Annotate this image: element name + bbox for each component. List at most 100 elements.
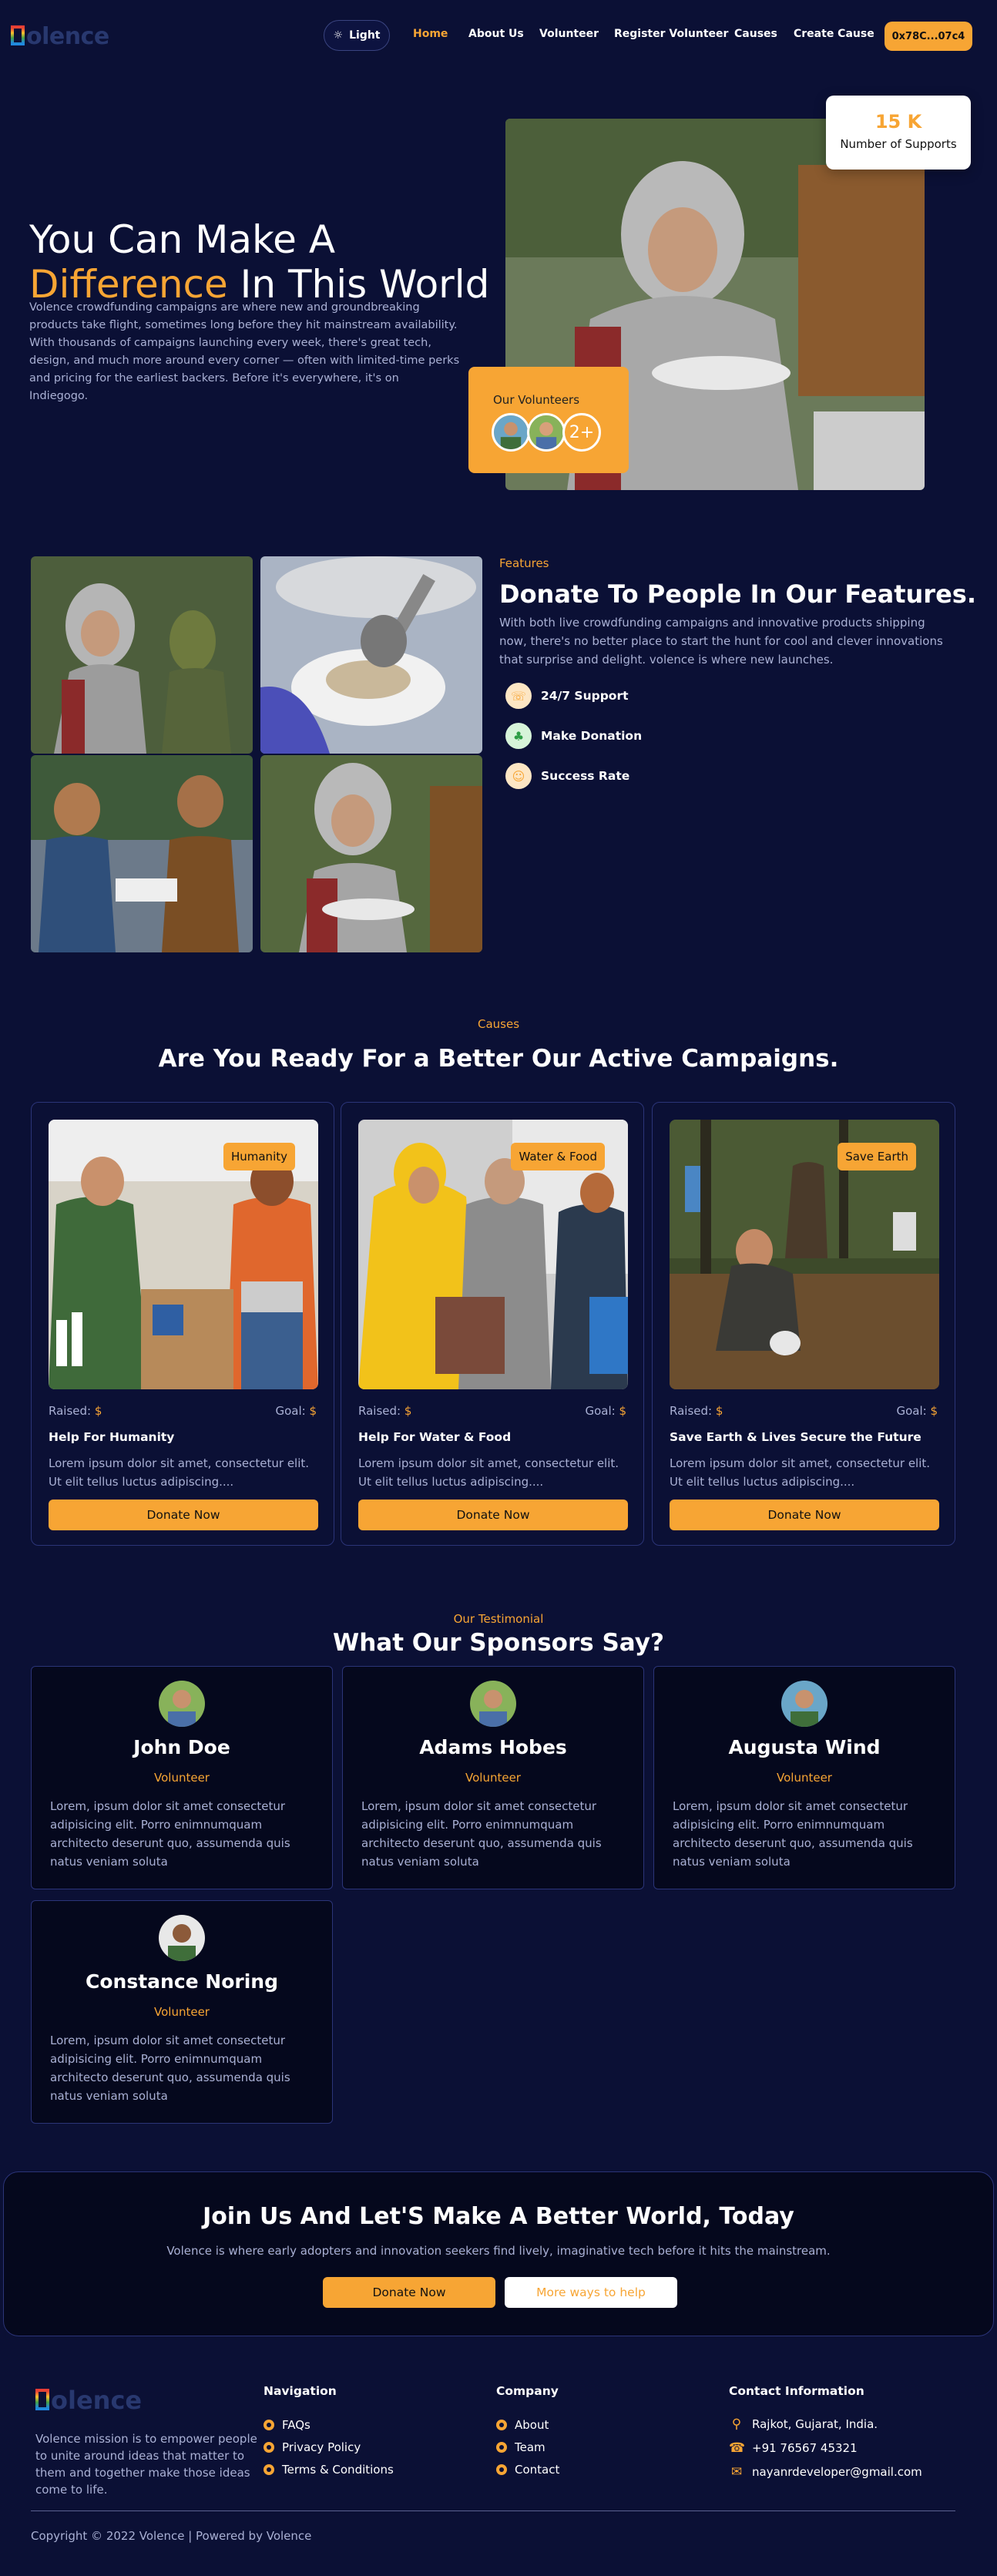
nav-home[interactable]: Home: [413, 28, 448, 40]
nav-about[interactable]: About Us: [468, 28, 524, 40]
donate-now-button[interactable]: Donate Now: [670, 1500, 939, 1530]
footer-company-title: Company: [496, 2384, 559, 2398]
testimonials-tag: Our Testimonial: [453, 1612, 544, 1626]
wallet-button[interactable]: 0x78C...07c4: [885, 22, 972, 51]
testimonial-role: Volunteer: [154, 2005, 210, 2019]
footer-link-about[interactable]: About: [496, 2418, 559, 2432]
feature-image: [31, 556, 253, 754]
theme-toggle-button[interactable]: ☼ Light: [324, 20, 390, 51]
donate-now-button[interactable]: Donate Now: [49, 1500, 318, 1530]
cause-card: Water & Food Raised: $ Goal: $ Help For …: [341, 1102, 644, 1546]
cause-text: Lorem ipsum dolor sit amet, consectetur …: [670, 1456, 931, 1489]
cause-card: Save Earth Raised: $ Goal: $ Save Earth …: [652, 1102, 955, 1546]
footer-logo[interactable]: olence: [35, 2386, 142, 2415]
cause-text: Lorem ipsum dolor sit amet, consectetur …: [49, 1456, 310, 1489]
bullet-icon: [496, 2420, 507, 2430]
cause-card: Humanity Raised: $ Goal: $ Help For Huma…: [31, 1102, 334, 1546]
testimonial-quote: Lorem, ipsum dolor sit amet consectetur …: [673, 1799, 913, 1869]
goal-label: Goal: $: [585, 1404, 626, 1418]
supports-card: 15 K Number of Supports: [826, 96, 971, 170]
volunteers-card: Our Volunteers 2+: [468, 367, 629, 473]
avatar: [470, 1681, 516, 1727]
testimonial-quote: Lorem, ipsum dolor sit amet consectetur …: [50, 2034, 290, 2103]
bullet-icon: [496, 2464, 507, 2475]
footer-company-list: About Team Contact: [496, 2418, 559, 2477]
cta-title: Join Us And Let'S Make A Better World, T…: [203, 2203, 794, 2230]
nav-create-cause[interactable]: Create Cause: [794, 28, 874, 40]
bullet-icon: [264, 2464, 274, 2475]
testimonial-card: Adams Hobes Volunteer Lorem, ipsum dolor…: [342, 1666, 644, 1889]
causes-title: Are You Ready For a Better Our Active Ca…: [158, 1045, 839, 1073]
raised-label: Raised: $: [358, 1404, 412, 1418]
cause-name: Help For Humanity: [49, 1430, 175, 1444]
raised-label: Raised: $: [670, 1404, 723, 1418]
footer-link-team[interactable]: Team: [496, 2440, 559, 2454]
volunteers-more: 2+: [562, 413, 601, 452]
footer-nav-list: FAQs Privacy Policy Terms & Conditions: [264, 2418, 394, 2477]
testimonial-card: John Doe Volunteer Lorem, ipsum dolor si…: [31, 1666, 333, 1889]
testimonial-name: Constance Noring: [86, 1970, 278, 1993]
nav-volunteer[interactable]: Volunteer: [539, 28, 599, 40]
feature-item: ☺ Success Rate: [505, 763, 629, 789]
testimonial-role: Volunteer: [465, 1771, 521, 1785]
testimonial-card: Constance Noring Volunteer Lorem, ipsum …: [31, 1900, 333, 2124]
volunteer-avatar: [527, 413, 566, 452]
nav-register-volunteer[interactable]: Register Volunteer: [614, 28, 728, 40]
contact-phone[interactable]: ☎ +91 76567 45321: [729, 2440, 922, 2456]
feature-item: ☏ 24/7 Support: [505, 683, 629, 709]
bullet-icon: [264, 2442, 274, 2453]
goal-label: Goal: $: [896, 1404, 938, 1418]
footer-nav-title: Navigation: [264, 2384, 337, 2398]
footer-link-faqs[interactable]: FAQs: [264, 2418, 394, 2432]
hero-title: You Can Make A Difference In This World: [29, 217, 490, 307]
contact-email[interactable]: ✉ nayanrdeveloper@gmail.com: [729, 2464, 922, 2480]
cause-badge: Humanity: [223, 1143, 295, 1170]
supports-label: Number of Supports: [840, 137, 957, 151]
cause-text: Lorem ipsum dolor sit amet, consectetur …: [358, 1456, 619, 1489]
feature-item: ♣ Make Donation: [505, 723, 642, 749]
theme-label: Light: [349, 29, 381, 42]
donation-icon: ♣: [505, 723, 532, 749]
feature-image: [31, 755, 253, 952]
avatar: [781, 1681, 827, 1727]
footer-contact-title: Contact Information: [729, 2384, 864, 2398]
footer-about: Volence mission is to empower people to …: [35, 2432, 257, 2497]
cta-banner: Join Us And Let'S Make A Better World, T…: [3, 2171, 994, 2336]
testimonial-quote: Lorem, ipsum dolor sit amet consectetur …: [50, 1799, 290, 1869]
supports-count: 15 K: [874, 111, 922, 133]
avatar: [159, 1681, 205, 1727]
cause-badge: Water & Food: [511, 1143, 605, 1170]
cta-description: Volence is where early adopters and inno…: [166, 2244, 831, 2258]
logo[interactable]: olence: [11, 23, 109, 50]
cause-badge: Save Earth: [838, 1143, 916, 1170]
cause-image: Save Earth: [670, 1120, 939, 1389]
features-tag: Features: [499, 556, 549, 570]
bullet-icon: [264, 2420, 274, 2430]
cause-image: Water & Food: [358, 1120, 628, 1389]
cause-name: Help For Water & Food: [358, 1430, 512, 1444]
avatar: [159, 1915, 205, 1961]
nav-causes[interactable]: Causes: [734, 28, 777, 40]
testimonial-role: Volunteer: [777, 1771, 832, 1785]
mail-icon: ✉: [730, 2464, 743, 2480]
footer-link-terms[interactable]: Terms & Conditions: [264, 2463, 394, 2477]
sun-icon: ☼: [333, 29, 344, 42]
cta-donate-button[interactable]: Donate Now: [323, 2277, 495, 2308]
footer-link-privacy[interactable]: Privacy Policy: [264, 2440, 394, 2454]
volunteer-avatar: [492, 413, 530, 452]
location-pin-icon: ⚲: [731, 2416, 742, 2432]
donate-now-button[interactable]: Donate Now: [358, 1500, 628, 1530]
features-description: With both live crowdfunding campaigns an…: [499, 616, 943, 667]
testimonials-title: What Our Sponsors Say?: [333, 1629, 664, 1657]
volunteers-label: Our Volunteers: [493, 393, 580, 407]
testimonial-quote: Lorem, ipsum dolor sit amet consectetur …: [361, 1799, 602, 1869]
footer-link-contact[interactable]: Contact: [496, 2463, 559, 2477]
logo-mark-icon: [35, 2389, 49, 2410]
testimonial-name: Adams Hobes: [419, 1736, 567, 1758]
contact-address: ⚲ Rajkot, Gujarat, India.: [729, 2416, 922, 2432]
phone-icon: ☎: [729, 2440, 746, 2456]
feature-image: [260, 556, 482, 754]
cause-image: Humanity: [49, 1120, 318, 1389]
bullet-icon: [496, 2442, 507, 2453]
more-ways-button[interactable]: More ways to help: [505, 2277, 677, 2308]
